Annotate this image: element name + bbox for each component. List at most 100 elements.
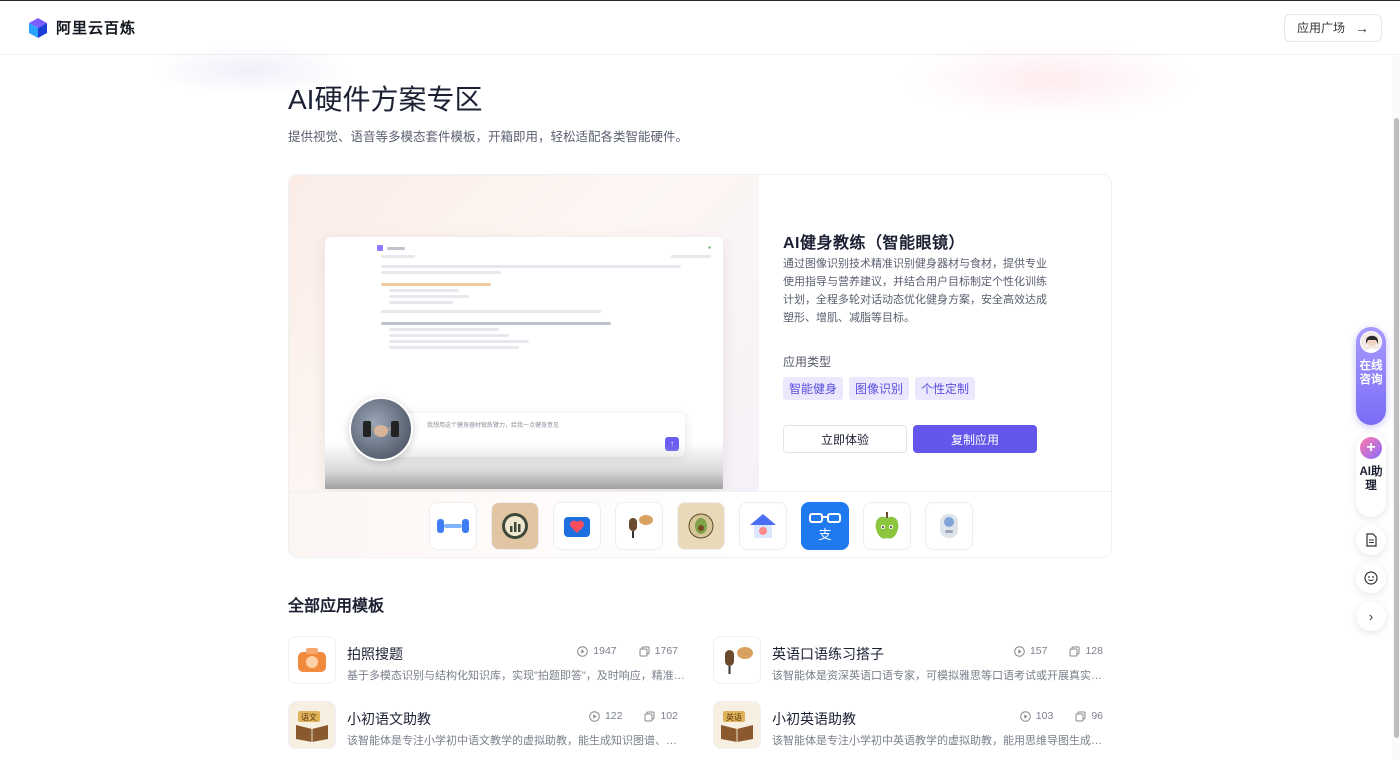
avocado-icon [688, 513, 714, 538]
thumbnail-robot[interactable] [925, 501, 973, 550]
expand-sidebar-button[interactable]: › [1356, 601, 1386, 631]
template-stats: 122 102 [589, 710, 678, 722]
heart-box-icon [564, 516, 590, 537]
scrollbar-thumb[interactable] [1394, 118, 1399, 738]
pay-glyph: 支 [818, 528, 831, 543]
glasses-pay-icon: 支 [809, 512, 841, 543]
view-count-value: 157 [1029, 645, 1048, 657]
featured-solution-panel: ● 我想用这个健身器材锻炼臂力，给我一点健身意见 ↑ [288, 174, 1112, 558]
template-card[interactable]: 英语口语练习搭子 该智能体是资深英语口语专家，可模拟雅思等口语考试或开展真实场景… [713, 636, 1113, 688]
template-stats: 157 128 [1014, 645, 1103, 657]
preview-text-line [389, 289, 459, 292]
thumbnail-dumbbell[interactable] [429, 501, 477, 550]
consultant-avatar [1360, 331, 1382, 353]
featured-info: AI健身教练（智能眼镜） 通过图像识别技术精准识别健身器材与食材，提供专业使用指… [783, 175, 1083, 491]
preview-text-line [381, 271, 501, 274]
copy-count-value: 102 [660, 710, 678, 722]
document-icon [1366, 533, 1377, 547]
preview-text-line [387, 246, 405, 250]
page-title: AI硬件方案专区 [288, 84, 483, 115]
dumbbell-icon [437, 518, 469, 533]
ai-assistant-button[interactable]: + AI助理 [1356, 433, 1386, 517]
arrow-right-icon: → [1355, 19, 1369, 36]
preview-input-text: 我想用这个健身器材锻炼臂力，给我一点健身意见 [427, 423, 560, 429]
copy-count: 1767 [639, 645, 678, 657]
preview-header: ● [325, 237, 723, 253]
preview-text-line [389, 340, 529, 343]
copy-app-button[interactable]: 复制应用 [913, 425, 1037, 453]
preview-text-line [381, 255, 415, 258]
thumbnail-glasses-pay[interactable]: 支 [801, 501, 849, 550]
app-type-label: 应用类型 [783, 355, 832, 369]
view-count: 103 [1019, 710, 1053, 722]
thumbnail-avocado[interactable] [677, 501, 725, 550]
chinese-badge-text: 语文 [301, 712, 317, 722]
copy-icon [644, 711, 655, 721]
copy-count: 96 [1075, 710, 1103, 722]
template-card[interactable]: 拍照搜题 基于多模态识别与结构化知识库，实现"拍题即答"，及时响应，精准可靠。 … [288, 636, 688, 688]
thumbnail-house[interactable] [739, 501, 787, 550]
template-description: 该智能体是资深英语口语专家，可模拟雅思等口语考试或开展真实场景对... [772, 670, 1110, 682]
view-count: 122 [589, 710, 623, 722]
preview-text-line [381, 322, 611, 325]
preview-subheader [325, 253, 723, 262]
app-plaza-label: 应用广场 [1296, 21, 1345, 35]
chevron-right-icon: › [1368, 608, 1374, 624]
ai-assistant-label: AI助理 [1359, 466, 1383, 492]
feedback-button[interactable] [1356, 563, 1386, 593]
thumbnail-apple[interactable] [863, 501, 911, 550]
dumbbell-photo-icon [349, 397, 413, 461]
ai-assistant-icon: + [1360, 437, 1382, 459]
copy-icon [639, 646, 650, 656]
thumbnail-chart-badge[interactable] [491, 501, 539, 550]
copy-count: 102 [644, 710, 678, 722]
thumbnail-heart-box[interactable] [553, 501, 601, 550]
online-consult-button[interactable]: 在线咨询 [1356, 327, 1386, 425]
view-count-value: 1947 [593, 645, 617, 657]
featured-app-title: AI健身教练（智能眼镜） [783, 235, 966, 252]
page-scrollbar[interactable] [1392, 56, 1400, 760]
featured-preview-area: ● 我想用这个健身器材锻炼臂力，给我一点健身意见 ↑ [289, 175, 759, 491]
template-description: 该智能体是专注小学初中语文教学的虚拟助教，能生成知识图谱、讲解课... [347, 735, 685, 747]
copy-count-value: 128 [1085, 645, 1103, 657]
english-book-icon: 英语 [713, 701, 761, 749]
template-title: 小初英语助教 [772, 711, 856, 727]
preview-text-line [389, 334, 509, 337]
play-circle-icon [577, 645, 589, 657]
preview-text-line [389, 346, 519, 349]
tag-personalized: 个性定制 [915, 377, 976, 400]
microphone-speech-icon [629, 514, 653, 538]
copy-count-value: 1767 [654, 645, 678, 657]
brand[interactable]: 阿里云百炼 [28, 17, 136, 39]
template-title: 英语口语练习搭子 [772, 646, 884, 662]
template-card[interactable]: 英语 小初英语助教 该智能体是专注小学初中英语教学的虚拟助教，能用思维导图生成知… [713, 701, 1113, 753]
tag-smart-fitness: 智能健身 [783, 377, 844, 400]
play-circle-icon [589, 710, 600, 722]
camera-icon [288, 636, 336, 684]
template-card[interactable]: 语文 小初语文助教 该智能体是专注小学初中语文教学的虚拟助教，能生成知识图谱、讲… [288, 701, 688, 753]
thumbnail-microphone[interactable] [615, 501, 663, 550]
preview-status-dot-icon: ● [707, 245, 711, 251]
bailian-logo-icon [29, 17, 47, 38]
try-now-button[interactable]: 立即体验 [783, 425, 907, 453]
preview-text-line [389, 295, 469, 298]
template-stats: 1947 1767 [577, 645, 678, 657]
app-plaza-button[interactable]: 应用广场 → [1283, 13, 1382, 42]
english-badge-text: 英语 [726, 712, 742, 722]
template-grid: 拍照搜题 基于多模态识别与结构化知识库，实现"拍题即答"，及时响应，精准可靠。 … [288, 636, 1112, 760]
template-description: 该智能体是专注小学初中英语教学的虚拟助教，能用思维导图生成知识图... [772, 735, 1110, 747]
chart-badge-icon [502, 512, 528, 539]
preview-text-line [389, 301, 453, 304]
preview-text-line [381, 283, 491, 286]
template-stats: 103 96 [1019, 710, 1103, 722]
copy-count-value: 96 [1091, 710, 1103, 722]
smiley-icon [1364, 571, 1378, 585]
featured-app-description: 通过图像识别技术精准识别健身器材与食材，提供专业使用指导与营养建议，并结合用户目… [783, 258, 1047, 324]
solution-thumbnail-strip: 支 [289, 491, 1111, 557]
view-count: 1947 [577, 645, 617, 657]
view-count-value: 122 [604, 710, 623, 722]
document-button[interactable] [1356, 525, 1386, 555]
preview-app-icon [377, 245, 383, 251]
template-title: 小初语文助教 [347, 711, 431, 727]
apple-icon [875, 511, 899, 539]
